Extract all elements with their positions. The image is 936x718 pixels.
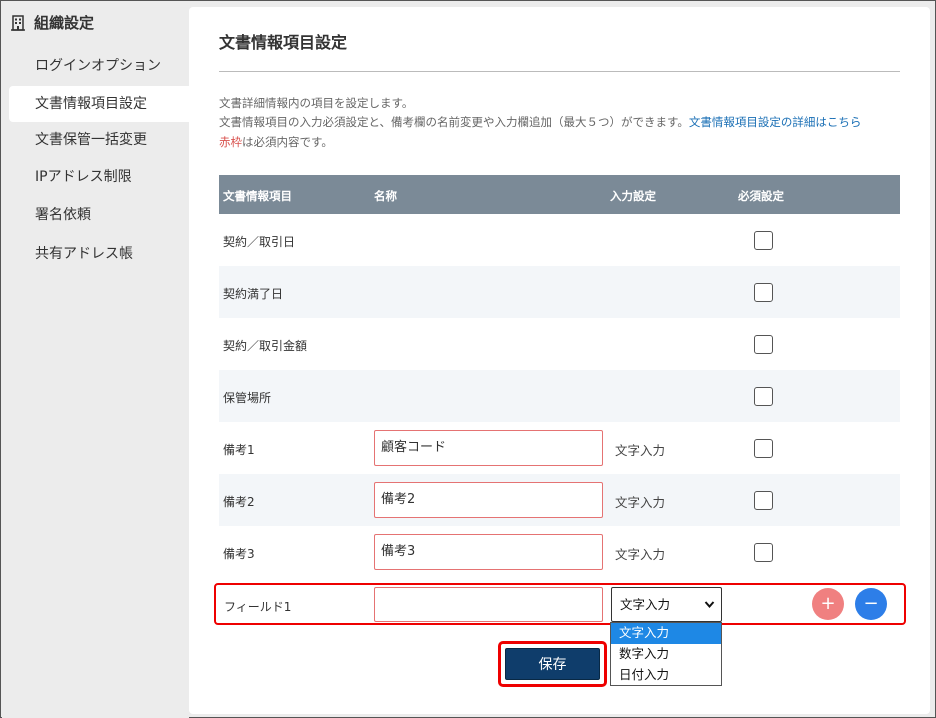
- required-checkbox[interactable]: [754, 231, 773, 250]
- column-header-required: 必須設定: [738, 189, 784, 203]
- description-text: 文書情報項目の入力必須設定と、備考欄の名前変更や入力欄追加（最大５つ）ができます…: [219, 115, 689, 129]
- column-header-item: 文書情報項目: [223, 189, 292, 203]
- table-header: 文書情報項目 名称 入力設定 必須設定: [219, 175, 900, 214]
- red-frame-note: 赤枠: [219, 135, 242, 149]
- sidebar-item-bulk-storage-change[interactable]: 文書保管一括変更: [9, 122, 190, 158]
- required-checkbox[interactable]: [754, 283, 773, 302]
- row-label: 保管場所: [223, 391, 272, 405]
- input-type-label: 文字入力: [615, 443, 666, 458]
- dropdown-option-text[interactable]: 文字入力: [611, 623, 721, 644]
- app-frame: 組織設定 ログインオプション 文書情報項目設定 文書保管一括変更 IPアドレス制…: [0, 0, 936, 718]
- save-button[interactable]: 保存: [505, 648, 600, 680]
- row-label: 備考1: [223, 443, 255, 457]
- table-row: 契約満了日: [219, 266, 900, 318]
- required-note: は必須内容です。: [242, 135, 333, 149]
- sidebar-item-document-info-settings[interactable]: 文書情報項目設定: [9, 86, 190, 122]
- description-line-3: 赤枠は必須内容です。: [219, 134, 333, 150]
- name-input[interactable]: 顧客コード: [374, 430, 603, 466]
- row-label: 契約満了日: [223, 287, 284, 301]
- dropdown-option-date[interactable]: 日付入力: [611, 665, 721, 686]
- minus-icon: −: [863, 593, 879, 614]
- sidebar-header-label: 組織設定: [34, 14, 95, 32]
- required-checkbox[interactable]: [754, 439, 773, 458]
- input-type-dropdown: 文字入力 数字入力 日付入力: [610, 622, 722, 686]
- sidebar-header: 組織設定: [10, 12, 94, 33]
- sidebar-item-signature-request[interactable]: 署名依頼: [9, 197, 190, 233]
- table-row: 備考2 備考2 文字入力: [219, 474, 900, 526]
- field-label: フィールド1: [224, 600, 292, 614]
- row-label: 契約／取引金額: [223, 339, 308, 353]
- custom-field-row: フィールド1 文字入力 + −: [214, 583, 906, 625]
- name-input[interactable]: 備考3: [374, 534, 603, 570]
- table-row: 備考3 備考3 文字入力: [219, 526, 900, 578]
- select-value: 文字入力: [620, 597, 671, 612]
- sidebar-item-shared-address-book[interactable]: 共有アドレス帳: [9, 236, 190, 272]
- save-highlight: 保存: [498, 641, 607, 687]
- field-name-input[interactable]: [374, 587, 603, 622]
- row-label: 契約／取引日: [223, 235, 296, 249]
- dropdown-option-number[interactable]: 数字入力: [611, 644, 721, 665]
- column-header-name: 名称: [374, 189, 397, 203]
- table-row: 保管場所: [219, 370, 900, 422]
- table-row: 契約／取引日: [219, 214, 900, 266]
- sidebar-item-ip-restriction[interactable]: IPアドレス制限: [9, 159, 190, 195]
- column-header-input: 入力設定: [610, 189, 656, 203]
- name-input[interactable]: 備考2: [374, 482, 603, 518]
- remove-field-button[interactable]: −: [855, 588, 887, 620]
- plus-icon: +: [820, 593, 836, 614]
- divider: [219, 71, 900, 72]
- add-field-button[interactable]: +: [812, 588, 844, 620]
- row-label: 備考2: [223, 495, 255, 509]
- sidebar-item-login-options[interactable]: ログインオプション: [9, 48, 190, 84]
- details-link[interactable]: 文書情報項目設定の詳細はこちら: [689, 115, 862, 129]
- description-line-2: 文書情報項目の入力必須設定と、備考欄の名前変更や入力欄追加（最大５つ）ができます…: [219, 114, 861, 130]
- table-row: 契約／取引金額: [219, 318, 900, 370]
- required-checkbox[interactable]: [754, 335, 773, 354]
- required-checkbox[interactable]: [754, 543, 773, 562]
- building-icon: [10, 14, 26, 31]
- page-title: 文書情報項目設定: [219, 33, 348, 52]
- table-row: 備考1 顧客コード 文字入力: [219, 422, 900, 474]
- required-checkbox[interactable]: [754, 387, 773, 406]
- input-type-label: 文字入力: [615, 495, 666, 510]
- sidebar: 組織設定 ログインオプション 文書情報項目設定 文書保管一括変更 IPアドレス制…: [2, 2, 190, 718]
- required-checkbox[interactable]: [754, 491, 773, 510]
- input-type-label: 文字入力: [615, 547, 666, 562]
- row-label: 備考3: [223, 547, 255, 561]
- input-type-select[interactable]: 文字入力: [611, 587, 722, 622]
- description-line-1: 文書詳細情報内の項目を設定します。: [219, 96, 414, 110]
